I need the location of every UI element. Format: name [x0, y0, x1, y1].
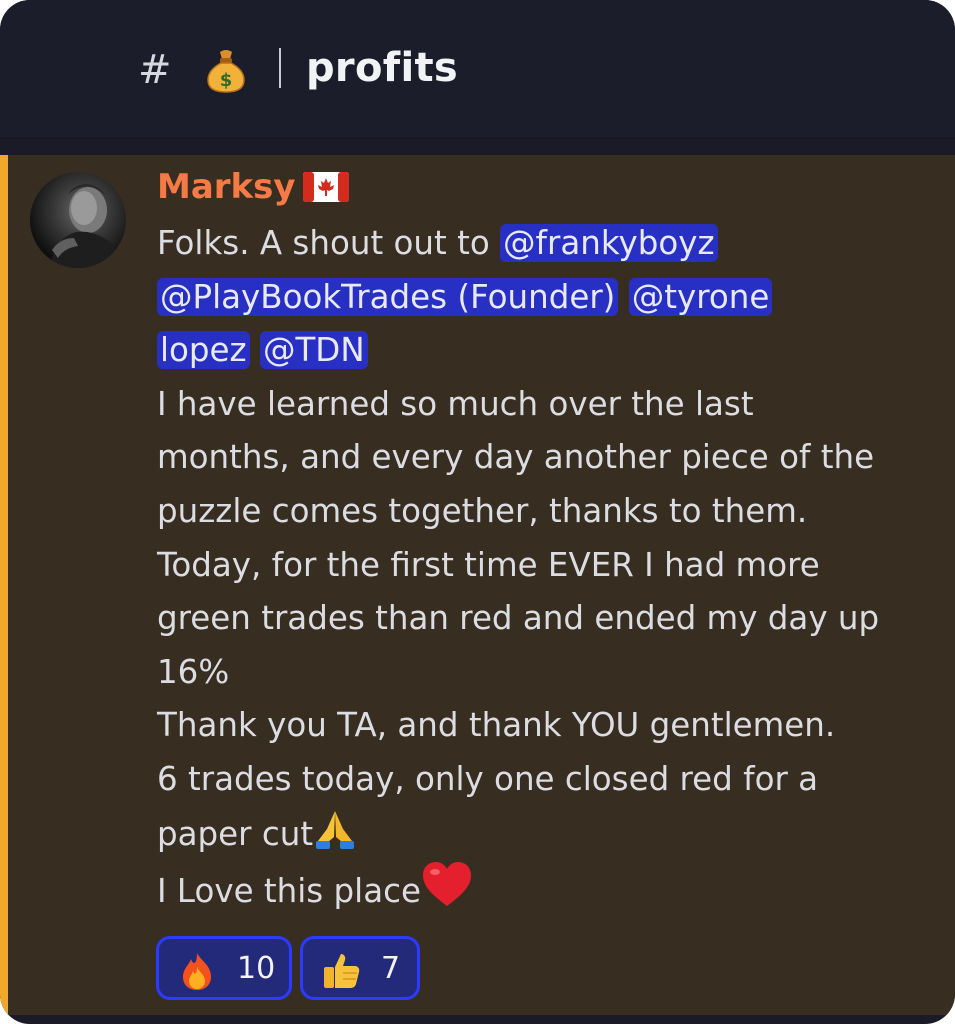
- folded-hands-icon: [316, 810, 355, 849]
- red-heart-icon: [422, 862, 471, 907]
- money-bag-icon: $: [207, 50, 245, 93]
- reaction-fire[interactable]: 10: [156, 936, 292, 1000]
- user-mention[interactable]: @tyrone: [628, 277, 773, 316]
- message-line: Folks. A shout out to @frankyboyz: [157, 217, 937, 271]
- message-line: @PlayBookTrades (Founder) @tyrone: [157, 271, 937, 325]
- message-text: paper cut: [157, 814, 314, 853]
- message-text: Thank you TA, and thank YOU gentlemen.: [157, 706, 836, 745]
- message-line: lopez @TDN: [157, 324, 937, 378]
- thumbs-up-icon: [324, 954, 360, 988]
- reaction-count: 10: [237, 951, 276, 986]
- message-text: Today, for the first time EVER I had mor…: [157, 545, 820, 584]
- message-text: 6 trades today, only one closed red for …: [157, 759, 819, 798]
- message-content: Folks. A shout out to @frankyboyz @PlayB…: [157, 217, 937, 914]
- user-mention[interactable]: @PlayBookTrades (Founder): [157, 277, 619, 316]
- svg-text:$: $: [220, 70, 233, 91]
- message-line: I Love this place: [157, 860, 937, 914]
- message-text: puzzle comes together, thanks to them.: [157, 491, 808, 530]
- channel-hash-icon: #: [138, 47, 172, 93]
- mention-highlight-bar: [0, 155, 8, 1015]
- message-author[interactable]: Marksy: [157, 166, 296, 208]
- channel-name: profits: [306, 45, 458, 91]
- message-text: green trades than red and ended my day u…: [157, 599, 880, 638]
- message-line: paper cut: [157, 807, 937, 861]
- canada-flag-icon: [303, 172, 349, 202]
- avatar-portrait-icon: [50, 184, 122, 268]
- message-text: I Love this place: [157, 872, 421, 911]
- user-mention[interactable]: lopez: [157, 331, 250, 370]
- user-mention[interactable]: @frankyboyz: [500, 224, 718, 262]
- channel-header: # $ profits: [0, 0, 955, 139]
- header-divider: [279, 48, 281, 88]
- user-mention[interactable]: @TDN: [259, 331, 368, 370]
- message-text: I have learned so much over the last: [157, 384, 754, 423]
- app-window: # $ profits Marksy Folks. A shout out to…: [0, 0, 955, 1024]
- avatar[interactable]: [30, 172, 126, 268]
- reaction-count: 7: [381, 951, 401, 986]
- fire-icon: [183, 953, 211, 990]
- message-text: months, and every day another piece of t…: [157, 438, 875, 477]
- message-text: Folks. A shout out to: [157, 224, 501, 262]
- reaction-thumbs-up[interactable]: 7: [300, 936, 420, 1000]
- message-text: 16%: [157, 652, 230, 691]
